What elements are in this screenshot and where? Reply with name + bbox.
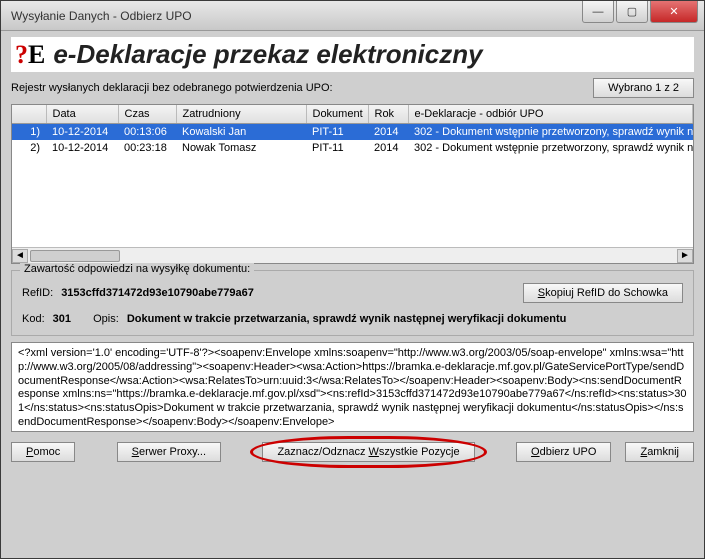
scroll-thumb[interactable] xyxy=(30,250,120,262)
declarations-table[interactable]: Data Czas Zatrudniony Dokument Rok e-Dek… xyxy=(11,104,694,264)
bottom-toolbar: Pomoc Serwer Proxy... Zaznacz/Odznacz Ws… xyxy=(11,438,694,462)
scroll-right-icon[interactable]: ► xyxy=(677,249,693,263)
help-button[interactable]: Pomoc xyxy=(11,442,75,462)
app-window: Wysyłanie Danych - Odbierz UPO — ▢ ✕ ?E … xyxy=(0,0,705,559)
col-rok[interactable]: Rok xyxy=(368,105,408,124)
select-all-button[interactable]: Zaznacz/Odznacz Wszystkie Pozycje xyxy=(262,442,474,462)
refid-value: 3153cffd371472d93e10790abe779a67 xyxy=(61,287,254,299)
opis-label: Opis: xyxy=(93,313,119,325)
kod-value: 301 xyxy=(53,313,71,325)
refid-label: RefID: xyxy=(22,287,53,299)
scroll-left-icon[interactable]: ◄ xyxy=(12,249,28,263)
table-row[interactable]: 1) 10-12-2014 00:13:06 Kowalski Jan PIT-… xyxy=(12,124,693,141)
col-num[interactable] xyxy=(12,105,46,124)
proxy-button[interactable]: Serwer Proxy... xyxy=(117,442,221,462)
xml-response-box[interactable]: <?xml version='1.0' encoding='UTF-8'?><s… xyxy=(11,342,694,432)
app-logo: ?E xyxy=(15,40,45,70)
response-group: Zawartość odpowiedzi na wysyłkę dokument… xyxy=(11,270,694,336)
window-title: Wysyłanie Danych - Odbierz UPO xyxy=(11,9,582,23)
app-banner: ?E e-Deklaracje przekaz elektroniczny xyxy=(11,37,694,72)
close-dialog-button[interactable]: Zamknij xyxy=(625,442,694,462)
table-row[interactable]: 2) 10-12-2014 00:23:18 Nowak Tomasz PIT-… xyxy=(12,140,693,156)
kod-label: Kod: xyxy=(22,313,45,325)
col-zatrudniony[interactable]: Zatrudniony xyxy=(176,105,306,124)
opis-value: Dokument w trakcie przetwarzania, sprawd… xyxy=(127,313,567,325)
copy-refid-button[interactable]: Skopiuj RefID do Schowka xyxy=(523,283,683,303)
app-title: e-Deklaracje przekaz elektroniczny xyxy=(53,39,482,70)
registry-label: Rejestr wysłanych deklaracji bez odebran… xyxy=(11,82,333,94)
horizontal-scrollbar[interactable]: ◄ ► xyxy=(12,247,693,263)
receive-upo-button[interactable]: Odbierz UPO xyxy=(516,442,611,462)
titlebar: Wysyłanie Danych - Odbierz UPO — ▢ ✕ xyxy=(1,1,704,31)
close-button[interactable]: ✕ xyxy=(650,1,698,23)
maximize-button[interactable]: ▢ xyxy=(616,1,648,23)
col-edek[interactable]: e-Deklaracje - odbiór UPO xyxy=(408,105,693,124)
col-data[interactable]: Data xyxy=(46,105,118,124)
selection-count-button[interactable]: Wybrano 1 z 2 xyxy=(593,78,694,98)
response-legend: Zawartość odpowiedzi na wysyłkę dokument… xyxy=(20,263,254,275)
col-czas[interactable]: Czas xyxy=(118,105,176,124)
minimize-button[interactable]: — xyxy=(582,1,614,23)
col-dokument[interactable]: Dokument xyxy=(306,105,368,124)
